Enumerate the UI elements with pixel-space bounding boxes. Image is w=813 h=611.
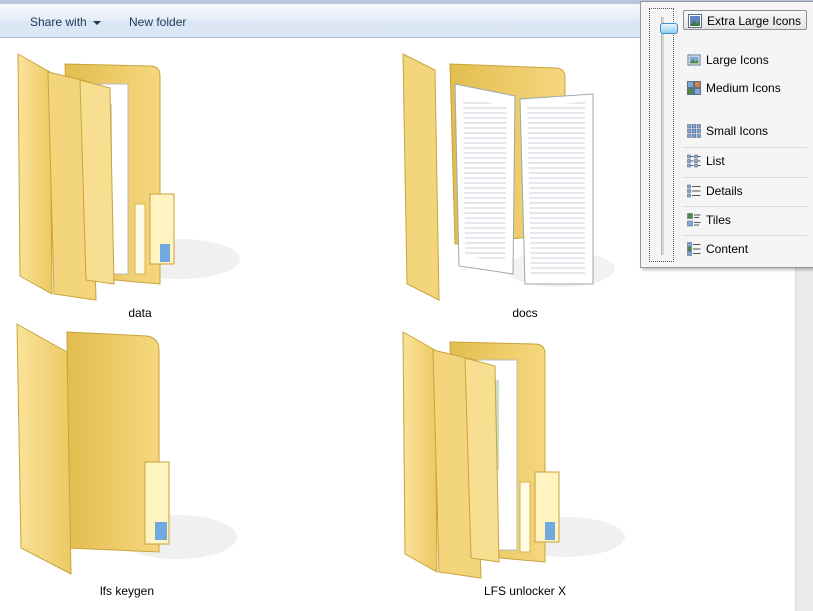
menu-item-label: Large Icons [706,53,769,67]
menu-separator [683,235,807,236]
menu-item-medium-icons[interactable]: Medium Icons [683,78,807,98]
new-folder-button[interactable]: New folder [125,11,190,33]
chevron-down-icon [92,20,101,25]
extra-large-icons-icon [688,14,702,28]
list-icon [687,154,701,168]
medium-icons-icon [687,81,701,95]
view-slider[interactable] [649,8,678,262]
folder-name: LFS unlocker X [483,584,567,598]
menu-item-details[interactable]: Details [683,181,807,201]
menu-item-large-icons[interactable]: Large Icons [683,50,807,70]
tiles-icon [687,213,701,227]
menu-separator [683,147,807,148]
folder-item[interactable]: LFS unlocker X [395,322,655,602]
menu-item-label: Details [706,184,743,198]
menu-item-label: Small Icons [706,124,769,138]
menu-item-label: List [706,154,725,168]
menu-item-small-icons[interactable]: Small Icons [683,121,807,141]
details-icon [687,184,701,198]
share-with-label: Share with [30,15,87,29]
menu-item-extra-large-icons[interactable]: Extra Large Icons [683,10,807,30]
menu-item-tiles[interactable]: Tiles [683,210,807,230]
menu-separator [683,206,807,207]
small-icons-icon [687,124,701,138]
slider-rail [661,17,664,255]
slider-thumb[interactable] [660,23,678,34]
menu-item-content[interactable]: Content [683,239,807,259]
folder-icon [17,53,240,301]
content-icon [687,242,701,256]
share-with-button[interactable]: Share with [26,11,105,33]
folder-icon [402,53,615,301]
menu-separator [683,177,807,178]
menu-item-label: Extra Large Icons [707,14,802,28]
folder-item[interactable]: docs [395,44,655,324]
folder-icon [16,323,237,575]
view-menu: Extra Large Icons Large Icons Medium Ico… [640,1,813,268]
menu-item-label: Medium Icons [706,81,781,95]
folder-item[interactable]: data [10,44,270,324]
folder-item[interactable]: lfs keygen [0,322,257,602]
folder-icon [402,331,625,579]
menu-item-list[interactable]: List [683,151,807,171]
menu-item-label: Content [706,242,749,256]
folder-name: docs [512,306,538,320]
folder-name: lfs keygen [99,584,155,598]
folder-name: data [128,306,152,320]
menu-item-label: Tiles [706,213,731,227]
large-icons-icon [687,54,701,66]
